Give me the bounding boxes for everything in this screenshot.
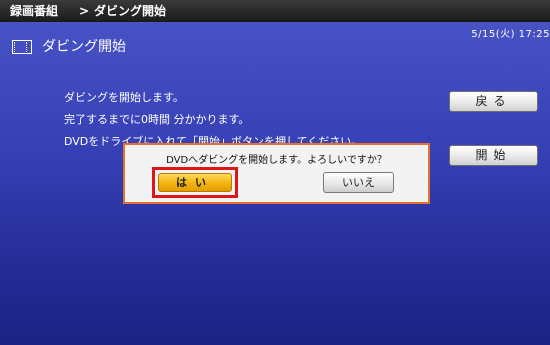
yes-button[interactable]: はい (158, 173, 232, 192)
breadcrumb-current: ダビング開始 (94, 4, 167, 18)
highlight-frame: はい (152, 167, 238, 198)
start-button[interactable]: 開始 (449, 145, 538, 166)
date-time: 5/15(火) 17:25 (471, 29, 550, 40)
breadcrumb-separator: > (79, 4, 90, 18)
dialog-message: DVDへダビングを開始します。よろしいですか？ (166, 155, 387, 166)
film-icon (12, 40, 32, 54)
back-button[interactable]: 戻る (449, 91, 538, 112)
page-title: ダビング開始 (42, 39, 126, 55)
no-button[interactable]: いいえ (323, 172, 394, 193)
message-line-2: 完了するまでに0時間 分かかります。 (64, 113, 250, 126)
confirm-dialog: DVDへダビングを開始します。よろしいですか？ はい いいえ (123, 143, 430, 204)
message-line-1: ダビングを開始します。 (64, 91, 184, 104)
breadcrumb-parent: 録画番組 (10, 4, 59, 18)
breadcrumb: 録画番組 > ダビング開始 (0, 0, 550, 22)
